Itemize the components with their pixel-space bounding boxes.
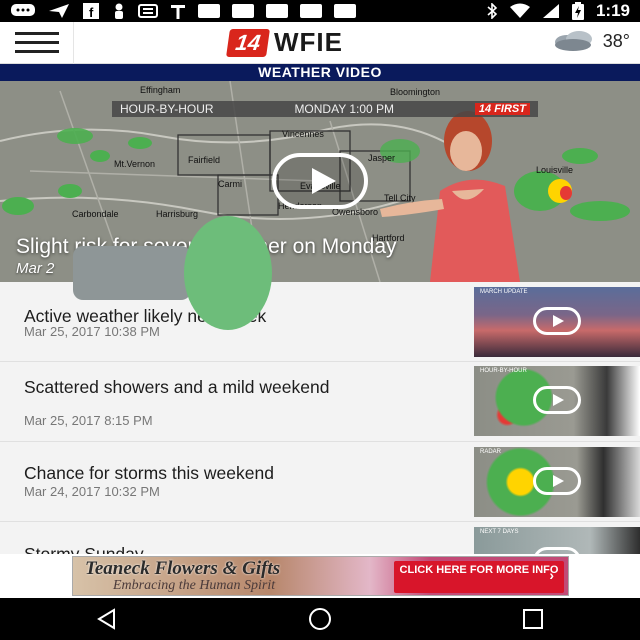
notification-box-icon [334,4,356,18]
news-icon [138,4,158,18]
facebook-icon: f [83,3,99,19]
play-icon [553,394,564,406]
play-icon [312,168,336,194]
menu-line [14,41,59,44]
play-icon [553,475,564,487]
weather-widget[interactable]: 38° [551,30,630,52]
system-nav-bar [0,598,640,640]
wifi-icon [509,3,530,18]
video-thumbnail[interactable]: MARCH UPDATE [474,287,640,357]
hero-bar-right: MONDAY 1:00 PM [294,102,395,116]
back-button[interactable] [77,598,137,640]
play-button[interactable] [533,307,581,335]
map-label-vincennes: Vincennes [282,129,324,139]
list-item[interactable]: Scattered showers and a mild weekend Mar… [0,362,640,442]
logo-text: WFIE [274,27,343,57]
play-icon [553,315,564,327]
map-label-fairfield: Fairfield [188,155,220,165]
map-label-carmi: Carmi [218,179,242,189]
bluetooth-icon [487,3,498,19]
map-label-jasper: Jasper [368,153,395,163]
play-button[interactable] [533,547,581,554]
hero-date: Mar 2 [16,260,55,277]
video-date: Mar 25, 2017 8:15 PM [24,413,153,428]
video-thumbnail[interactable]: HOUR-BY-HOUR [474,366,640,436]
map-label-carbondale: Carbondale [72,209,119,219]
recents-button[interactable] [503,598,563,640]
status-bar: f 1:19 [0,0,640,22]
hero-bar-badge: 14 FIRST [474,103,530,115]
notification-box-icon [232,4,254,18]
video-date: Mar 24, 2017 10:32 PM [24,484,160,499]
app-header: 14 WFIE 38° [0,21,640,64]
menu-line [14,32,59,35]
notification-box-icon [300,4,322,18]
ad-banner[interactable]: Teaneck Flowers & Gifts Embracing the Hu… [0,554,640,598]
list-item[interactable]: Stormy Sunday NEXT 7 DAYS [0,522,640,554]
ad-cta-label: CLICK HERE FOR MORE INFO [399,564,559,576]
thumbnail-label: MARCH UPDATE [480,289,528,295]
ad-creative[interactable]: Teaneck Flowers & Gifts Embracing the Hu… [72,556,569,596]
thumbnail-label: NEXT 7 DAYS [480,529,519,535]
video-thumbnail[interactable]: NEXT 7 DAYS [474,527,640,554]
clock: 1:19 [595,1,630,20]
map-label-louisville: Louisville [536,165,573,175]
ad-headline: Teaneck Flowers & Gifts [85,558,281,579]
svg-text:f: f [89,5,94,19]
logo-badge: 14 [226,28,270,57]
wfie-logo[interactable]: 14 WFIE [226,27,343,58]
hero-bar-left: HOUR-BY-HOUR [120,102,214,116]
video-list: Active weather likely next week Mar 25, … [0,282,640,554]
video-title: Stormy Sunday [24,544,144,554]
person-icon [115,3,123,19]
battery-icon [571,2,584,20]
map-label-effingham: Effingham [140,85,180,95]
cloudy-icon [554,31,592,51]
menu-line [14,50,59,53]
video-date: Mar 25, 2017 10:38 PM [24,324,160,339]
section-title: WEATHER VIDEO [0,64,640,81]
t-icon [171,5,185,19]
ad-cta-button[interactable]: CLICK HERE FOR MORE INFO › [394,561,564,593]
send-icon [49,4,69,18]
hamburger-menu-button[interactable] [0,21,74,64]
list-item[interactable]: Chance for storms this weekend Mar 24, 2… [0,442,640,522]
chevron-right-icon: › [549,567,554,583]
overlay-blob [184,216,272,330]
notification-box-icon [266,4,288,18]
video-title: Chance for storms this weekend [24,463,274,483]
play-button[interactable] [533,467,581,495]
message-icon [11,4,35,16]
recents-square-icon [523,609,544,629]
signal-icon [542,4,559,18]
notification-box-icon [198,4,220,18]
play-button[interactable] [272,153,368,209]
map-label-mtvernon: Mt.Vernon [114,159,155,169]
home-button[interactable] [290,598,350,640]
map-label-tellcity: Tell City [384,193,416,203]
play-button[interactable] [533,386,581,414]
thumbnail-label: RADAR [480,449,502,455]
temperature: 38° [602,30,630,51]
ad-tagline: Embracing the Human Spirit [113,578,276,593]
thumbnail-label: HOUR-BY-HOUR [480,368,527,374]
map-label-bloomington: Bloomington [390,87,440,97]
hero-info-bar: HOUR-BY-HOUR MONDAY 1:00 PM 14 FIRST [112,101,538,117]
map-label-harrisburg: Harrisburg [156,209,198,219]
back-triangle-icon [96,608,115,630]
overlay-blob [73,246,191,300]
home-circle-icon [308,608,331,630]
video-thumbnail[interactable]: RADAR [474,447,640,517]
video-title: Scattered showers and a mild weekend [24,377,330,397]
